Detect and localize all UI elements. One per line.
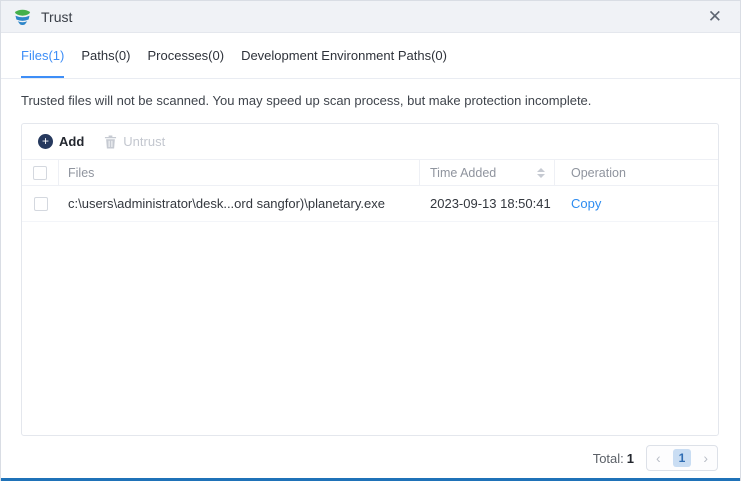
row-checkbox-cell [22, 186, 59, 221]
pager: ‹ 1 › [646, 445, 718, 471]
tab-processes[interactable]: Processes(0) [147, 33, 224, 78]
header-checkbox-cell [22, 160, 59, 185]
row-checkbox[interactable] [34, 197, 48, 211]
chevron-right-icon[interactable]: › [703, 451, 708, 465]
table-header: Files Time Added Operation [22, 160, 718, 186]
column-header-operation: Operation [555, 160, 718, 185]
file-path-cell: c:\users\administrator\desk...ord sangfo… [59, 186, 420, 221]
titlebar: Trust ✕ [1, 1, 740, 33]
add-button[interactable]: + Add [38, 134, 84, 149]
close-icon[interactable]: ✕ [702, 6, 728, 27]
total-label: Total: [593, 451, 624, 466]
tab-dev-env-paths[interactable]: Development Environment Paths(0) [241, 33, 447, 78]
app-logo-icon [13, 7, 32, 26]
table-toolbar: + Add Untrust [22, 124, 718, 160]
trash-icon [104, 135, 117, 149]
column-header-files-label: Files [68, 166, 94, 180]
sort-icon[interactable] [537, 168, 545, 178]
window-title: Trust [41, 9, 72, 25]
description-text: Trusted files will not be scanned. You m… [21, 93, 720, 108]
tab-paths[interactable]: Paths(0) [81, 33, 130, 78]
copy-link[interactable]: Copy [571, 196, 601, 211]
trust-dialog: Trust ✕ Files(1) Paths(0) Processes(0) D… [0, 0, 741, 481]
table-row: c:\users\administrator\desk...ord sangfo… [22, 186, 718, 222]
operation-cell: Copy [555, 186, 718, 221]
column-header-time-added: Time Added [420, 160, 555, 185]
plus-circle-icon: + [38, 134, 53, 149]
time-added-value: 2023-09-13 18:50:41 [430, 196, 551, 211]
trusted-files-panel: + Add Untrust Files Time A [21, 123, 719, 436]
total-count: Total:1 [593, 451, 634, 466]
chevron-left-icon[interactable]: ‹ [656, 451, 661, 465]
pagination-area: Total:1 ‹ 1 › [593, 445, 718, 471]
time-added-cell: 2023-09-13 18:50:41 [420, 186, 555, 221]
total-value: 1 [627, 451, 634, 466]
untrust-button[interactable]: Untrust [104, 134, 165, 149]
tab-bar: Files(1) Paths(0) Processes(0) Developme… [1, 33, 740, 79]
column-header-operation-label: Operation [571, 166, 626, 180]
untrust-button-label: Untrust [123, 134, 165, 149]
column-header-files: Files [59, 160, 420, 185]
column-header-time-label: Time Added [430, 166, 496, 180]
add-button-label: Add [59, 134, 84, 149]
file-path: c:\users\administrator\desk...ord sangfo… [68, 196, 385, 211]
select-all-checkbox[interactable] [33, 166, 47, 180]
page-number[interactable]: 1 [673, 449, 691, 467]
tab-files[interactable]: Files(1) [21, 33, 64, 78]
